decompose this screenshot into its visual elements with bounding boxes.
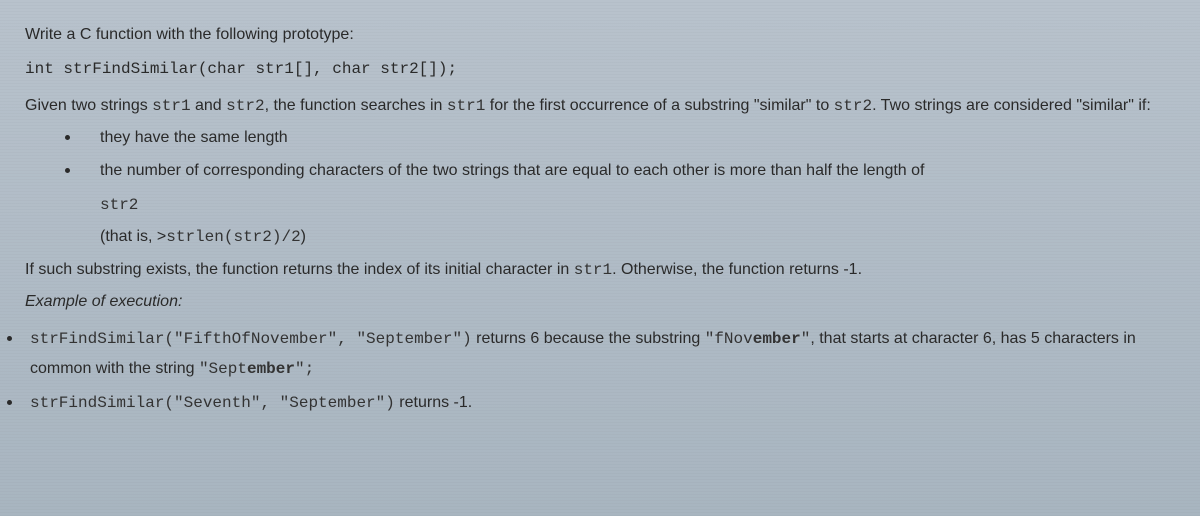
result-paragraph: If such substring exists, the function r… bbox=[25, 255, 1175, 285]
prompt-heading: Write a C function with the following pr… bbox=[25, 20, 1175, 50]
text: returns 6 because the substring bbox=[472, 330, 705, 347]
text: and bbox=[191, 97, 227, 114]
bullet-icon bbox=[7, 400, 12, 405]
function-prototype: int strFindSimilar(char str1[], char str… bbox=[25, 54, 1175, 84]
example-2-call: strFindSimilar("Seventh", "September") bbox=[30, 394, 395, 412]
condition-2-code: str2 bbox=[100, 190, 1175, 220]
condition-1: they have the same length bbox=[100, 123, 1175, 153]
code-str2: str2 bbox=[100, 196, 138, 214]
code-str1: str1 bbox=[574, 261, 612, 279]
text: for the first occurrence of a substring … bbox=[485, 97, 833, 114]
text: returns -1. bbox=[395, 394, 472, 411]
text: . Two strings are considered "similar" i… bbox=[872, 97, 1151, 114]
list-item: strFindSimilar("Seventh", "September") r… bbox=[25, 388, 1175, 418]
list-item: the number of corresponding characters o… bbox=[65, 156, 1175, 186]
code-str1: str1 bbox=[447, 97, 485, 115]
condition-2: the number of corresponding characters o… bbox=[100, 156, 1175, 186]
example-heading: Example of execution: bbox=[25, 287, 1175, 317]
text: the number of corresponding characters o… bbox=[100, 162, 924, 179]
list-item: strFindSimilar("FifthOfNovember", "Septe… bbox=[25, 324, 1175, 385]
example-1-call: strFindSimilar("FifthOfNovember", "Septe… bbox=[30, 330, 472, 348]
code-strlen: strlen(str2)/2 bbox=[166, 228, 300, 246]
conditions-list: they have the same length the number of … bbox=[65, 123, 1175, 186]
bullet-icon bbox=[7, 336, 12, 341]
condition-2-thatis: (that is, >strlen(str2)/2) bbox=[100, 222, 1175, 252]
text: , the function searches in bbox=[265, 97, 447, 114]
list-item: they have the same length bbox=[65, 123, 1175, 153]
text: If such substring exists, the function r… bbox=[25, 261, 574, 278]
text: ) bbox=[301, 228, 306, 245]
code-str2: str2 bbox=[834, 97, 872, 115]
text: . Otherwise, the function returns -1. bbox=[612, 261, 862, 278]
text: Given two strings bbox=[25, 97, 152, 114]
example-1-str2: "September"; bbox=[199, 360, 314, 378]
intro-paragraph: Given two strings str1 and str2, the fun… bbox=[25, 91, 1175, 121]
code-str2: str2 bbox=[226, 97, 264, 115]
text: (that is, > bbox=[100, 228, 166, 245]
bullet-icon bbox=[65, 168, 70, 173]
example-1: strFindSimilar("FifthOfNovember", "Septe… bbox=[30, 324, 1175, 385]
examples-list: strFindSimilar("FifthOfNovember", "Septe… bbox=[25, 324, 1175, 419]
example-1-substring: "fNovember" bbox=[705, 330, 811, 348]
problem-statement: Write a C function with the following pr… bbox=[25, 20, 1175, 419]
code-str1: str1 bbox=[152, 97, 190, 115]
example-2: strFindSimilar("Seventh", "September") r… bbox=[30, 388, 1175, 418]
bullet-icon bbox=[65, 135, 70, 140]
